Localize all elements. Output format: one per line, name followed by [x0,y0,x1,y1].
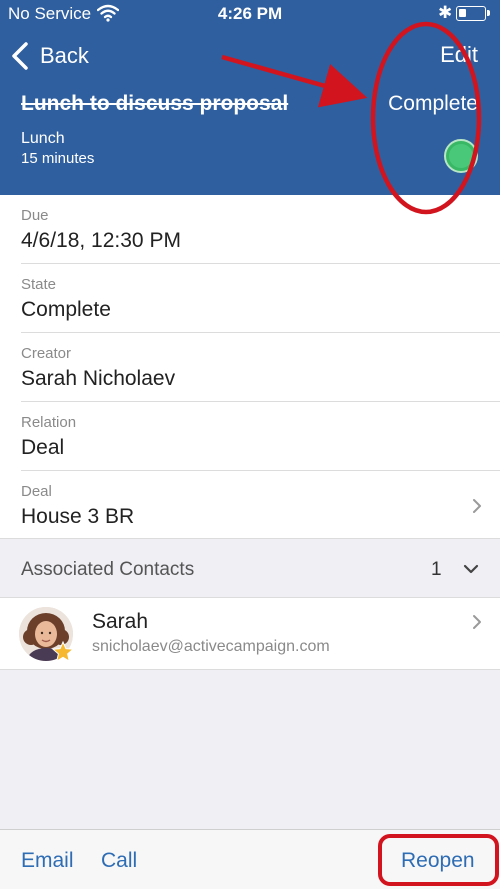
status-label: Complete [388,92,478,115]
associated-contacts-count: 1 [431,559,442,580]
bottom-toolbar: Email Call Reopen [0,829,500,889]
edit-button[interactable]: Edit [440,42,478,68]
task-type: Lunch [21,130,65,147]
reopen-button[interactable]: Reopen [401,849,475,873]
field-value: Deal [21,436,65,459]
chevron-right-icon [473,615,481,629]
task-title: Lunch to discuss proposal [21,92,289,115]
field-label: Creator [21,345,72,362]
email-button[interactable]: Email [21,849,74,873]
chevron-down-icon[interactable] [463,563,479,575]
back-button[interactable]: Back [10,40,89,72]
battery-icon [456,6,486,21]
field-value: 4/6/18, 12:30 PM [21,229,181,252]
field-value: House 3 BR [21,505,135,528]
status-bar: No Service 4:26 PM ✱ [0,0,500,28]
field-deal[interactable]: Deal House 3 BR [21,471,500,540]
field-label: State [21,276,57,293]
field-label: Due [21,207,49,224]
field-relation: Relation Deal [21,402,500,471]
contact-email: snicholaev@activecampaign.com [92,638,330,655]
battery-tip [487,10,490,16]
task-duration: 15 minutes [21,150,95,167]
header: No Service 4:26 PM ✱ Back Edit Lunch to … [0,0,500,195]
complete-toggle-inner [449,144,473,168]
star-icon [51,640,75,663]
field-creator: Creator Sarah Nicholaev [21,333,500,402]
field-value: Complete [21,298,111,321]
back-chevron-icon [12,42,28,70]
associated-contacts-title: Associated Contacts [21,559,195,580]
field-state: State Complete [21,264,500,333]
details-list: Due 4/6/18, 12:30 PM State Complete Crea… [0,195,500,540]
contact-name: Sarah [92,610,149,633]
field-due: Due 4/6/18, 12:30 PM [21,195,500,264]
chevron-right-icon [473,499,481,513]
status-time: 4:26 PM [217,4,283,23]
field-value: Sarah Nicholaev [21,367,176,390]
complete-toggle-icon[interactable] [444,139,478,173]
battery-level [459,9,466,17]
associated-contacts-header[interactable]: Associated Contacts 1 [0,538,500,598]
field-label: Deal [21,483,52,500]
call-button[interactable]: Call [101,849,137,873]
field-label: Relation [21,414,77,431]
back-label: Back [40,43,89,68]
bluetooth-icon: ✱ [438,3,453,22]
contact-row[interactable]: Sarah snicholaev@activecampaign.com [0,598,500,670]
